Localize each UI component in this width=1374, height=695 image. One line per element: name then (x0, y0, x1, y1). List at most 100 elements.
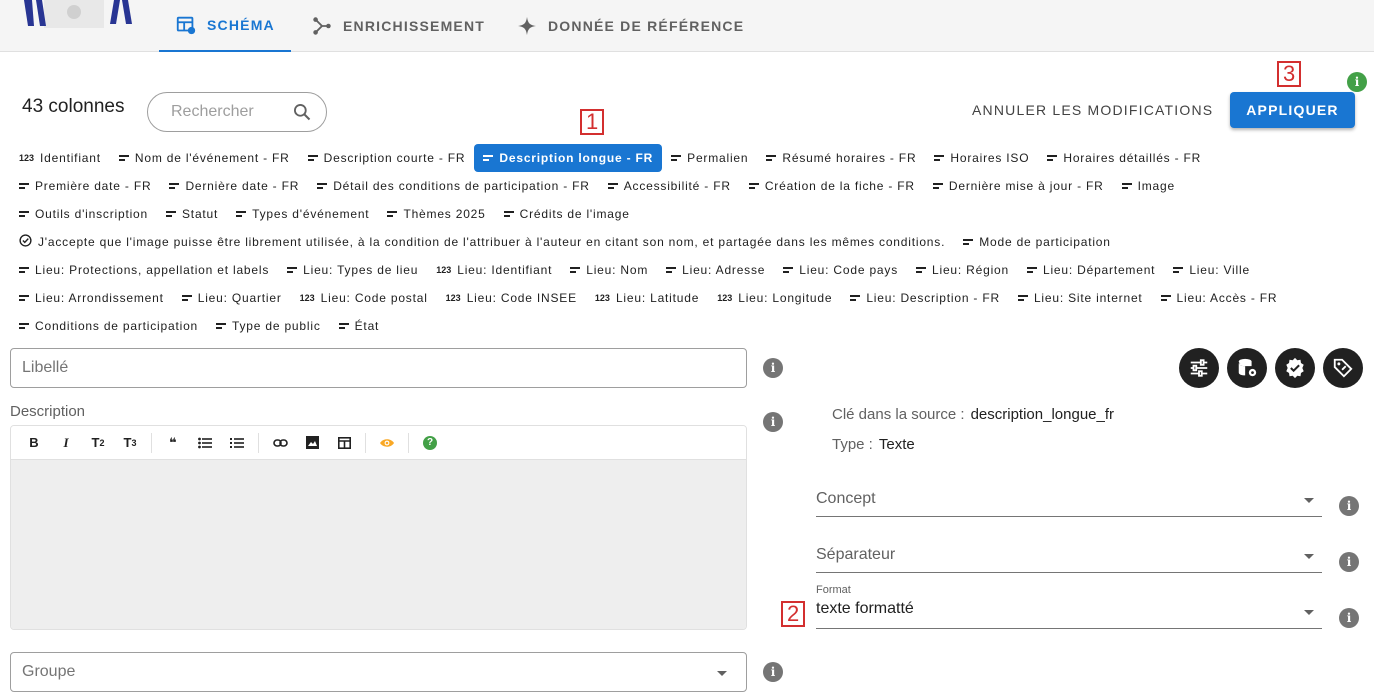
column-chip[interactable]: Lieu: Accès - FR (1152, 284, 1287, 312)
description-editor[interactable]: B I T2 T3 ❝ ? (10, 425, 747, 630)
column-chip[interactable]: Accessibilité - FR (599, 172, 740, 200)
italic-button[interactable]: I (51, 430, 81, 456)
quote-button[interactable]: ❝ (158, 430, 188, 456)
column-chip[interactable]: Thèmes 2025 (378, 200, 494, 228)
link-button[interactable] (265, 430, 295, 456)
column-chip[interactable]: Permalien (662, 144, 757, 172)
heading2-button[interactable]: T2 (83, 430, 113, 456)
column-chip[interactable]: Conditions de participation (10, 312, 207, 340)
groupe-info-icon[interactable]: i (763, 662, 783, 682)
column-chip[interactable]: Lieu: Adresse (657, 256, 774, 284)
column-chip[interactable]: Horaires détaillés - FR (1038, 144, 1210, 172)
libelle-info-icon[interactable]: i (763, 358, 783, 378)
tag-button[interactable] (1323, 348, 1363, 388)
column-chip[interactable]: Statut (157, 200, 227, 228)
help-button[interactable]: ? (415, 430, 445, 456)
column-chip[interactable]: J'accepte que l'image puisse être librem… (10, 228, 954, 256)
column-chip-label: Lieu: Latitude (615, 291, 700, 305)
libelle-field[interactable]: Libellé (10, 348, 747, 388)
text-type-icon (19, 211, 29, 217)
column-chip[interactable]: Type de public (207, 312, 330, 340)
column-chip[interactable]: Horaires ISO (925, 144, 1038, 172)
column-chip[interactable]: Lieu: Ville (1164, 256, 1259, 284)
column-chip[interactable]: Lieu: Site internet (1009, 284, 1152, 312)
column-chip[interactable]: Mode de participation (954, 228, 1120, 256)
column-chip-label: Lieu: Région (932, 263, 1009, 277)
column-chip[interactable]: 123 Lieu: Code INSEE (437, 284, 586, 312)
column-chip[interactable]: Image (1113, 172, 1184, 200)
cancel-changes-button[interactable]: ANNULER LES MODIFICATIONS (966, 92, 1219, 128)
text-type-icon (387, 211, 398, 217)
column-chip[interactable]: Outils d'inscription (10, 200, 157, 228)
column-chip[interactable]: Lieu: Types de lieu (278, 256, 427, 284)
apply-button[interactable]: APPLIQUER (1230, 92, 1355, 128)
column-chip-label: Lieu: Ville (1189, 263, 1250, 277)
column-chip[interactable]: 123 Lieu: Code postal (291, 284, 437, 312)
database-settings-button[interactable] (1227, 348, 1267, 388)
column-chip-label: État (354, 319, 380, 333)
column-chip[interactable]: Première date - FR (10, 172, 160, 200)
tab-schema[interactable]: SCHÉMA (159, 0, 291, 52)
column-chip[interactable]: 123 Lieu: Latitude (586, 284, 708, 312)
top-bar: SCHÉMA ENRICHISSEMENT DONNÉE DE RÉFÉRENC… (0, 0, 1374, 52)
text-type-icon (934, 155, 945, 161)
text-type-icon (783, 267, 794, 273)
column-chip[interactable]: Crédits de l'image (495, 200, 639, 228)
column-chip[interactable]: 123 Lieu: Identifiant (427, 256, 561, 284)
groupe-select[interactable]: Groupe (10, 652, 747, 692)
image-button[interactable] (297, 430, 327, 456)
bullet-list-button[interactable] (190, 430, 220, 456)
settings-button[interactable] (1179, 348, 1219, 388)
tab-enrichissement[interactable]: ENRICHISSEMENT (295, 0, 501, 52)
column-chip[interactable]: Lieu: Région (907, 256, 1018, 284)
column-chip[interactable]: Description longue - FR (474, 144, 663, 172)
column-chip[interactable]: Nom de l'événement - FR (110, 144, 299, 172)
column-chip[interactable]: Description courte - FR (299, 144, 475, 172)
column-chip[interactable]: Lieu: Description - FR (841, 284, 1009, 312)
apply-info-icon[interactable]: i (1347, 72, 1367, 92)
format-info-icon[interactable]: i (1339, 608, 1359, 628)
annotation-marker-3: 3 (1277, 61, 1302, 87)
column-chip[interactable]: Résumé horaires - FR (757, 144, 925, 172)
tab-donnee-de-reference[interactable]: DONNÉE DE RÉFÉRENCE (500, 0, 760, 52)
text-type-icon (1026, 267, 1037, 273)
column-chip[interactable]: Détail des conditions de participation -… (308, 172, 599, 200)
column-chip[interactable]: 123 Lieu: Longitude (708, 284, 841, 312)
table-button[interactable] (329, 430, 359, 456)
column-chip[interactable]: Lieu: Département (1018, 256, 1164, 284)
text-type-icon (166, 211, 176, 217)
numbered-list-button[interactable] (222, 430, 252, 456)
preview-button[interactable] (372, 430, 402, 456)
column-chip[interactable]: Types d'événement (227, 200, 378, 228)
heading3-button[interactable]: T3 (115, 430, 145, 456)
bold-button[interactable]: B (19, 430, 49, 456)
source-key-value: description_longue_fr (970, 406, 1115, 423)
separator-select[interactable]: Séparateur (816, 546, 1322, 573)
search-icon[interactable] (292, 102, 312, 122)
tag-icon (1333, 358, 1353, 378)
search-box[interactable] (147, 92, 327, 132)
concept-select[interactable]: Concept (816, 490, 1322, 517)
text-type-icon (1121, 183, 1132, 189)
column-chip[interactable]: Dernière date - FR (160, 172, 308, 200)
column-chip[interactable]: Lieu: Quartier (173, 284, 291, 312)
concept-info-icon[interactable]: i (1339, 496, 1359, 516)
column-chip[interactable]: État (330, 312, 389, 340)
column-chip-label: Lieu: Code INSEE (466, 291, 577, 305)
column-chip[interactable]: Lieu: Protections, appellation et labels (10, 256, 278, 284)
format-select[interactable]: Format texte formatté (816, 584, 1322, 629)
text-type-icon (317, 183, 328, 189)
search-input[interactable] (171, 103, 291, 121)
column-chip[interactable]: Lieu: Code pays (774, 256, 907, 284)
column-chip[interactable]: Dernière mise à jour - FR (924, 172, 1113, 200)
column-chip[interactable]: Création de la fiche - FR (740, 172, 924, 200)
column-chip[interactable]: Lieu: Arrondissement (10, 284, 173, 312)
description-info-icon[interactable]: i (763, 412, 783, 432)
separator-info-icon[interactable]: i (1339, 552, 1359, 572)
validate-button[interactable] (1275, 348, 1315, 388)
bullet-list-icon (198, 437, 212, 448)
editor-content-area[interactable] (11, 460, 746, 629)
column-chip[interactable]: 123 Identifiant (10, 144, 110, 172)
text-type-icon (19, 323, 29, 329)
column-chip[interactable]: Lieu: Nom (561, 256, 657, 284)
